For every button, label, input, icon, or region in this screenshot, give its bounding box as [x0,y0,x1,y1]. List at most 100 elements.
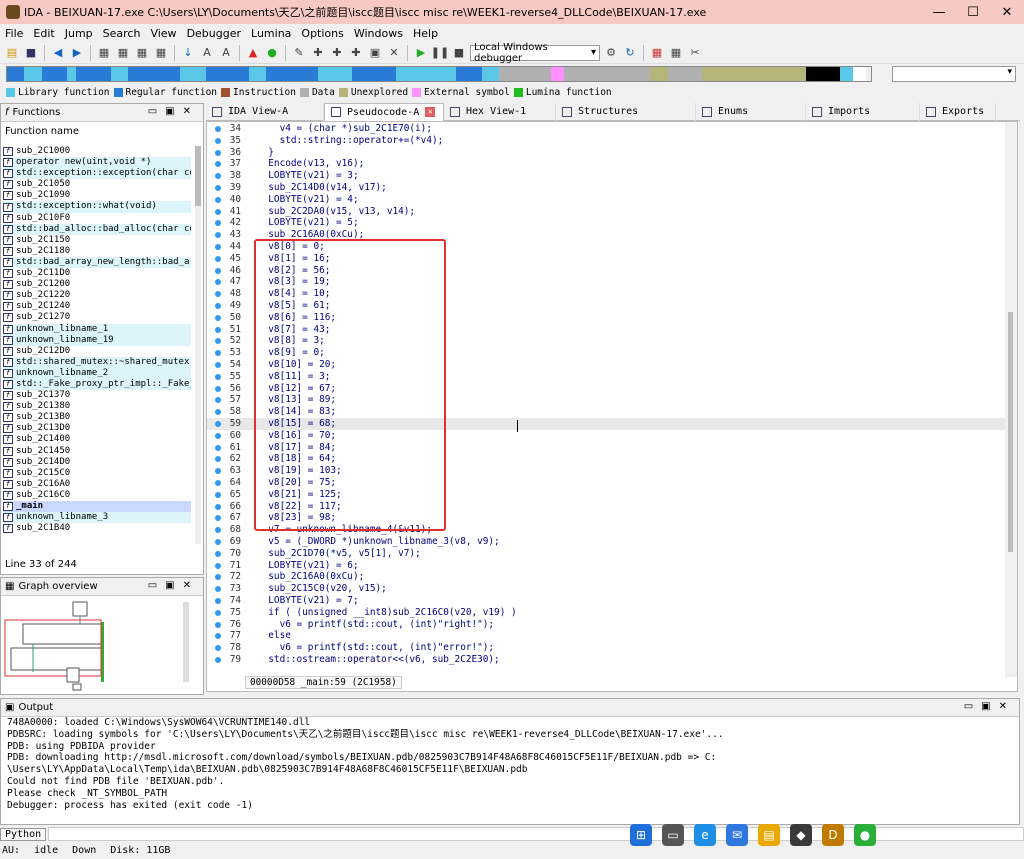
function-list-item[interactable]: f unknown_libname_3 [3,512,191,524]
command-input[interactable] [48,827,1024,841]
nav-band-select[interactable]: ▾ [892,66,1016,82]
stop-icon[interactable]: ■ [451,45,467,61]
back-icon[interactable]: ◀ [50,45,66,61]
function-list-item[interactable]: f sub_2C1270 [3,312,191,323]
code-line[interactable]: 79 std::ostream::operator<<(v6, sub_2C2E… [207,654,1005,666]
save-icon[interactable]: ■ [23,45,39,61]
function-list-item[interactable]: f sub_2C12D0 [3,346,191,357]
code-line[interactable]: 34 v4 = (char *)sub_2C1E70(i); [207,123,1005,135]
menu-jump[interactable]: Jump [60,27,98,40]
code-line[interactable]: 40 LOBYTE(v21) = 4; [207,194,1005,206]
function-list-item[interactable]: f _main [3,501,191,513]
code-line[interactable]: 69 v5 = (_DWORD *)unknown_libname_3(v8, … [207,536,1005,548]
debug-option-icon[interactable]: ⚙ [603,45,619,61]
function-list-item[interactable]: f sub_2C1180 [3,246,191,257]
function-list-item[interactable]: f sub_2C16C0 [3,490,191,501]
function-list-item[interactable]: f operator new(uint,void *) [3,157,191,169]
tool-2-icon[interactable]: ✚ [310,45,326,61]
function-list-item[interactable]: f sub_2C1000 [3,146,191,157]
menu-edit[interactable]: Edit [28,27,59,40]
function-list-item[interactable]: f std::shared_mutex::~shared_mutex(vo [3,356,191,368]
code-line[interactable]: 73 sub_2C15C0(v20, v15); [207,583,1005,595]
tab-imports[interactable]: Imports [806,102,920,121]
code-line[interactable]: 37 Encode(v13, v16); [207,158,1005,170]
code-line[interactable]: 70 sub_2C1D70(*v5, v5[1], v7); [207,548,1005,560]
panel-controls[interactable]: ▭▣✕ [964,701,1015,712]
binary-4-icon[interactable]: ▦ [153,45,169,61]
tool-4-icon[interactable]: ✚ [348,45,364,61]
run-icon[interactable]: ▶ [413,45,429,61]
function-list-item[interactable]: f unknown_libname_2 [3,367,191,379]
forward-icon[interactable]: ▶ [69,45,85,61]
tools-icon[interactable]: ▦ [668,45,684,61]
function-list-item[interactable]: f sub_2C13B0 [3,412,191,423]
python-button[interactable]: Python [0,827,47,841]
close-button[interactable]: ✕ [990,0,1024,24]
menu-windows[interactable]: Windows [349,27,408,40]
function-list-item[interactable]: f sub_2C1400 [3,434,191,445]
navigation-band[interactable] [6,66,872,82]
code-line[interactable]: 72 sub_2C16A0(0xCu); [207,571,1005,583]
panel-controls[interactable]: ▭▣✕ [148,106,199,117]
code-line[interactable]: 36 } [207,147,1005,159]
code-scrollbar[interactable] [1005,122,1017,677]
menu-options[interactable]: Options [296,27,348,40]
function-list-item[interactable]: f sub_2C10F0 [3,213,191,224]
graph-overview-canvas[interactable] [3,598,201,692]
code-line[interactable]: 76 v6 = printf(std::cout, (int)"right!")… [207,619,1005,631]
function-list-item[interactable]: f sub_2C11D0 [3,268,191,279]
function-list-item[interactable]: f unknown_libname_19 [3,334,191,346]
function-list-item[interactable]: f sub_2C1450 [3,446,191,457]
code-line[interactable]: 35 std::string::operator+=(*v4); [207,135,1005,147]
function-list-item[interactable]: f unknown_libname_1 [3,323,191,335]
minimize-button[interactable]: — [922,0,956,24]
tool-5-icon[interactable]: ▣ [367,45,383,61]
tab-structures[interactable]: Structures [556,102,696,121]
tab-enums[interactable]: Enums [696,102,806,121]
debugger-select[interactable]: Local Windows debugger ▾ [470,42,600,64]
green-circle-icon[interactable]: ● [264,45,280,61]
function-list-item[interactable]: f sub_2C14D0 [3,457,191,468]
binary-3-icon[interactable]: ▦ [134,45,150,61]
warning-icon[interactable]: ▲ [245,45,261,61]
tab-pseudocode-a[interactable]: Pseudocode-A ✕ [324,102,444,121]
function-list-item[interactable]: f sub_2C1220 [3,290,191,301]
tab-exports[interactable]: Exports [920,102,996,121]
panel-controls[interactable]: ▭▣✕ [148,580,199,591]
functions-scrollbar[interactable] [195,146,201,544]
function-name-header[interactable]: Function name [1,122,203,140]
function-list-item[interactable]: f sub_2C13D0 [3,423,191,434]
function-list-item[interactable]: f sub_2C1370 [3,390,191,401]
open-icon[interactable]: ▤ [4,45,20,61]
function-list-item[interactable]: f sub_2C16A0 [3,479,191,490]
function-list-item[interactable]: f std::bad_array_new_length::bad_arra [3,256,191,269]
make-text-icon[interactable]: A [199,45,215,61]
function-list-item[interactable]: f std::_Fake_proxy_ptr_impl::_Fake_pr [3,378,191,391]
function-list-item[interactable]: f sub_2C1200 [3,279,191,290]
function-list-item[interactable]: f sub_2C1090 [3,190,191,201]
tool-1-icon[interactable]: ✎ [291,45,307,61]
attach-icon[interactable]: ↻ [622,45,638,61]
output-log[interactable]: 748A0000: loaded C:\Windows\SysWOW64\VCR… [7,717,1007,811]
function-list-item[interactable]: f sub_2C1380 [3,401,191,412]
code-line[interactable]: 41 sub_2C2DA0(v15, v13, v14); [207,206,1005,218]
tool-3-icon[interactable]: ✚ [329,45,345,61]
code-line[interactable]: 77 else [207,630,1005,642]
menu-file[interactable]: File [0,27,28,40]
function-list-item[interactable]: f sub_2C1150 [3,235,191,246]
graph-icon[interactable]: ▦ [649,45,665,61]
make-string-icon[interactable]: A [218,45,234,61]
code-line[interactable]: 38 LOBYTE(v21) = 3; [207,170,1005,182]
code-line[interactable]: 42 LOBYTE(v21) = 5; [207,217,1005,229]
menu-search[interactable]: Search [98,27,146,40]
function-list-item[interactable]: f std::exception::what(void) [3,201,191,213]
plugin-icon[interactable]: ✂ [687,45,703,61]
code-line[interactable]: 71 LOBYTE(v21) = 6; [207,560,1005,572]
function-list-item[interactable]: f sub_2C1240 [3,301,191,312]
delete-icon[interactable]: ✕ [386,45,402,61]
code-line[interactable]: 39 sub_2C14D0(v14, v17); [207,182,1005,194]
tab-close-icon[interactable]: ✕ [425,107,436,117]
tab-ida-view-a[interactable]: IDA View-A [206,102,324,121]
function-list-item[interactable]: f sub_2C1B40 [3,523,191,534]
menu-debugger[interactable]: Debugger [182,27,246,40]
